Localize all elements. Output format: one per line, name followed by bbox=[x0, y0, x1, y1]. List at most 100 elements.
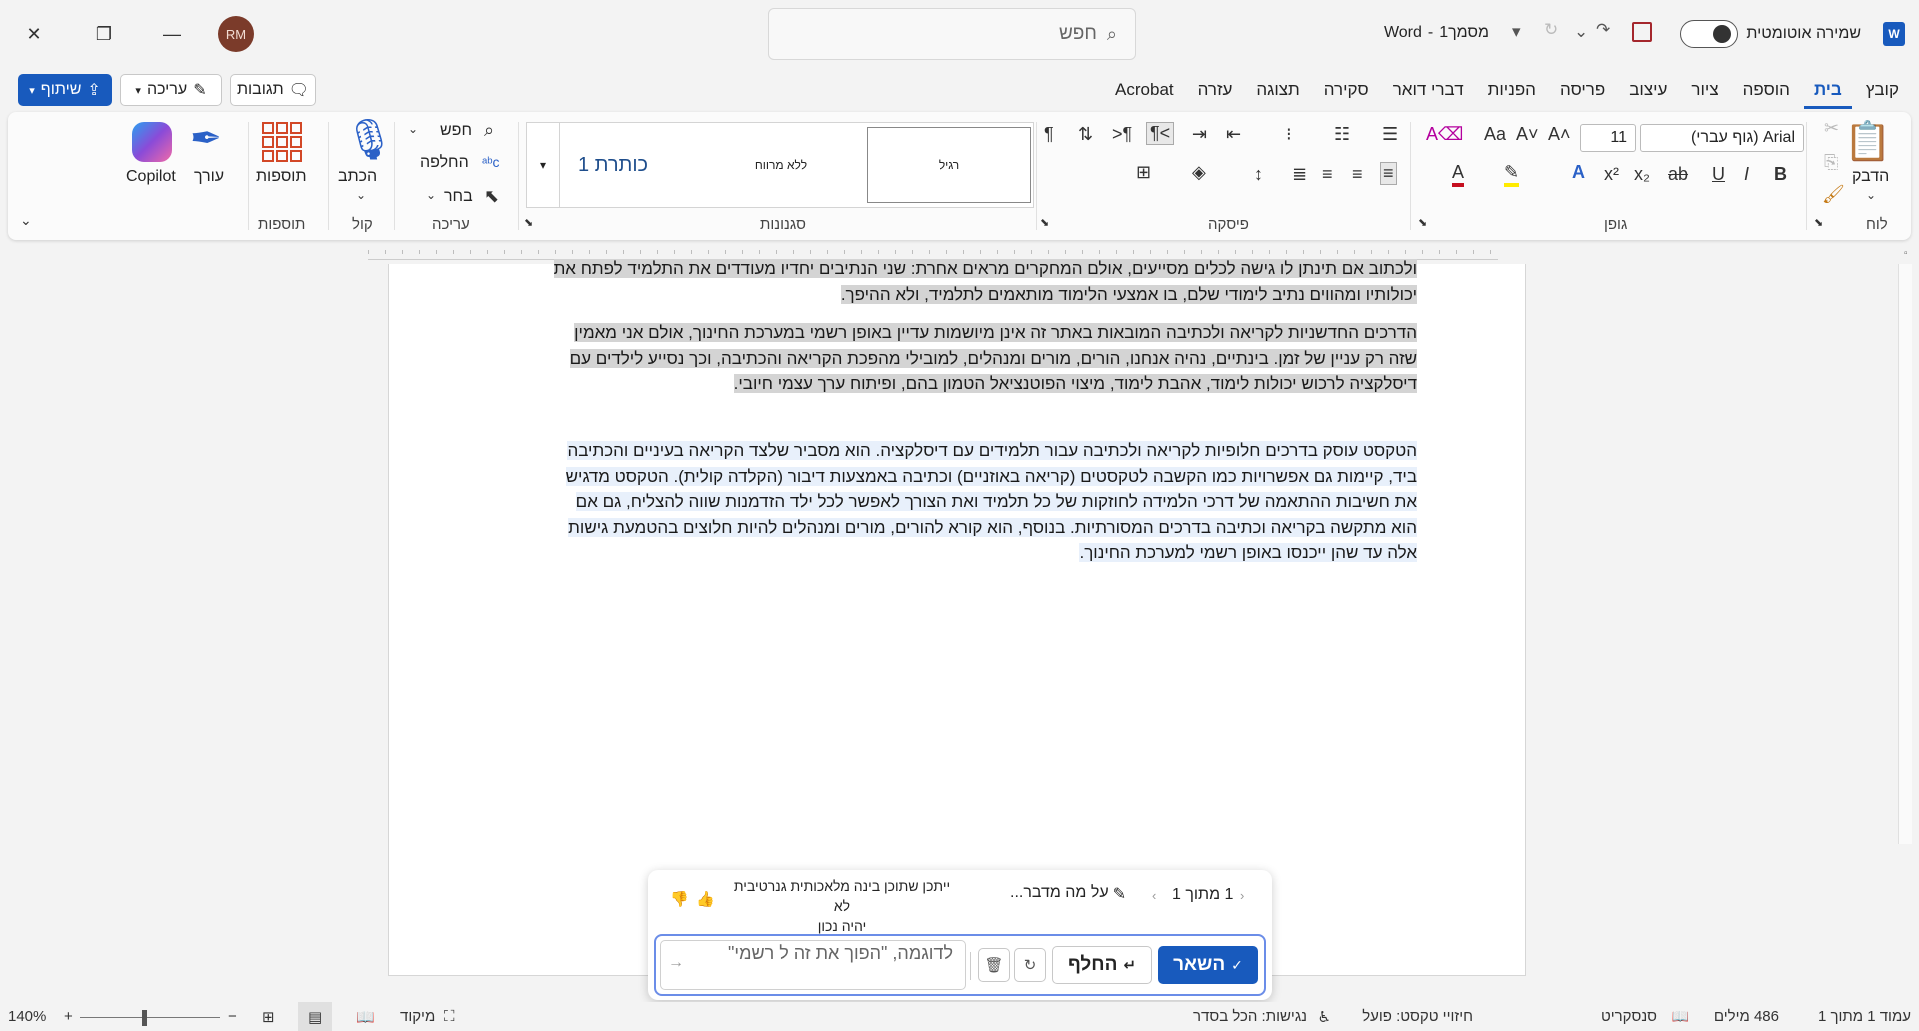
text-effects-icon[interactable]: A bbox=[1572, 162, 1585, 183]
tab-help[interactable]: עזרה bbox=[1188, 78, 1243, 109]
zoom-level[interactable]: 140% bbox=[8, 1008, 46, 1025]
underline-icon[interactable]: U bbox=[1712, 164, 1725, 185]
grow-font-icon[interactable]: A˄ bbox=[1548, 124, 1571, 145]
copilot-icon[interactable] bbox=[132, 122, 172, 162]
chevron-down-icon[interactable]: ⌄ bbox=[426, 188, 436, 202]
subscript-icon[interactable]: x₂ bbox=[1634, 164, 1650, 185]
addins-icon[interactable] bbox=[262, 122, 302, 162]
paragraph-2[interactable]: הדרכים החדשניות לקריאה ולכתיבה המובאות ב… bbox=[547, 320, 1417, 397]
show-marks-icon[interactable]: ¶ bbox=[1044, 124, 1054, 145]
tab-acrobat[interactable]: Acrobat bbox=[1105, 78, 1184, 109]
page-count[interactable]: עמוד 1 מתוך 1 bbox=[1818, 1008, 1911, 1025]
autosave-toggle[interactable] bbox=[1680, 20, 1739, 48]
copy-icon[interactable]: ⎘ bbox=[1824, 152, 1838, 173]
clear-formatting-icon[interactable]: A⌫ bbox=[1426, 124, 1463, 145]
replace-icon[interactable]: ᵃᵇc bbox=[482, 154, 500, 170]
close-icon[interactable]: ✕ bbox=[12, 14, 56, 54]
avatar[interactable]: RM bbox=[218, 16, 254, 52]
font-color-icon[interactable]: A bbox=[1452, 162, 1465, 187]
styles-expand-icon[interactable]: ▾ bbox=[526, 122, 560, 208]
web-layout-icon[interactable]: ⊞ bbox=[262, 1008, 275, 1026]
font-name-select[interactable]: Arial (גוף עברי) bbox=[1640, 124, 1804, 152]
zoom-in-icon[interactable]: + bbox=[64, 1008, 73, 1025]
chevron-right-icon[interactable]: › bbox=[1152, 888, 1156, 903]
select-icon[interactable]: ⬉ bbox=[484, 186, 499, 207]
minimize-icon[interactable]: — bbox=[150, 14, 194, 54]
dialog-launcher-icon[interactable]: ⬊ bbox=[1040, 216, 1049, 229]
line-spacing-icon[interactable]: ↕ bbox=[1254, 164, 1263, 185]
thumbs-up-icon[interactable]: 👍 bbox=[696, 890, 715, 908]
language[interactable]: סנסקריט bbox=[1601, 1008, 1657, 1025]
italic-icon[interactable]: I bbox=[1744, 164, 1749, 185]
copilot-label[interactable]: Copilot bbox=[126, 168, 176, 186]
text-predictions[interactable]: חיזויי טקסט: פועל bbox=[1362, 1008, 1473, 1025]
paragraph-3[interactable]: הטקסט עוסק בדרכים חלופיות לקריאה ולכתיבה… bbox=[547, 438, 1417, 566]
replace-button[interactable]: ↵ החלף bbox=[1052, 946, 1152, 984]
copilot-prompt-input[interactable]: לדוגמה, "הפוך את זה ל רשמי" bbox=[660, 940, 966, 990]
chevron-left-icon[interactable]: ‹ bbox=[1240, 888, 1244, 903]
borders-icon[interactable]: ⊞ bbox=[1136, 162, 1151, 183]
autosave-control[interactable]: שמירה אוטומטית bbox=[1680, 20, 1861, 48]
align-right-icon[interactable]: ≡ bbox=[1380, 162, 1397, 185]
thumbs-down-icon[interactable]: 👎 bbox=[670, 890, 689, 908]
chevron-down-icon[interactable]: ⌄ bbox=[408, 122, 418, 136]
zoom-slider[interactable] bbox=[80, 1017, 220, 1018]
paste-label[interactable]: הדבק bbox=[1852, 168, 1889, 186]
style-normal[interactable]: רגיל bbox=[867, 127, 1031, 203]
paste-icon[interactable]: 📋 bbox=[1844, 120, 1891, 164]
change-case-icon[interactable]: Aa bbox=[1484, 124, 1506, 145]
rtl-direction-icon[interactable]: ¶< bbox=[1146, 122, 1175, 145]
select-label[interactable]: בחר bbox=[444, 188, 473, 206]
cut-icon[interactable]: ✂ bbox=[1824, 118, 1839, 139]
highlight-icon[interactable]: ✎ bbox=[1504, 162, 1520, 187]
microphone-icon[interactable]: 🎙 bbox=[344, 116, 395, 163]
numbering-icon[interactable]: ☷ bbox=[1334, 124, 1350, 145]
strikethrough-icon[interactable]: ab bbox=[1668, 164, 1688, 185]
find-icon[interactable]: ⌕ bbox=[484, 120, 494, 141]
zoom-out-icon[interactable]: − bbox=[228, 1008, 237, 1025]
replace-label[interactable]: החלפה bbox=[420, 154, 469, 172]
dialog-launcher-icon[interactable]: ⬊ bbox=[1418, 216, 1427, 229]
share-button[interactable]: ⇪ שיתוף ▾ bbox=[18, 74, 112, 106]
tab-insert[interactable]: הוספה bbox=[1733, 78, 1800, 109]
bullets-icon[interactable]: ☰ bbox=[1382, 124, 1398, 145]
chevron-down-icon[interactable]: ⌄ bbox=[1866, 188, 1876, 202]
zoom-slider-thumb[interactable] bbox=[142, 1010, 147, 1026]
save-icon[interactable] bbox=[1632, 22, 1652, 42]
editor-icon[interactable]: ✒ bbox=[190, 116, 222, 161]
find-label[interactable]: חפש bbox=[440, 122, 472, 140]
justify-icon[interactable]: ≣ bbox=[1292, 164, 1307, 185]
keep-button[interactable]: ✓ השאר bbox=[1158, 946, 1258, 984]
bold-icon[interactable]: B bbox=[1774, 164, 1787, 185]
refresh-icon[interactable]: ↻ bbox=[1544, 20, 1558, 40]
chevron-down-icon[interactable]: ⌄ bbox=[1574, 22, 1588, 42]
dialog-launcher-icon[interactable]: ⬊ bbox=[524, 216, 533, 229]
editing-mode-button[interactable]: ✎ עריכה ▾ bbox=[120, 74, 222, 106]
font-size-select[interactable]: 11 bbox=[1580, 124, 1636, 152]
send-arrow-icon[interactable]: → bbox=[668, 954, 684, 972]
tab-home[interactable]: בית bbox=[1803, 78, 1852, 109]
redo-icon[interactable]: ↷ bbox=[1596, 20, 1610, 40]
restore-icon[interactable]: ❐ bbox=[82, 14, 126, 54]
accessibility-status[interactable]: נגישות: הכל בסדר bbox=[1193, 1008, 1307, 1025]
style-no-spacing[interactable]: ללא מרווח bbox=[699, 127, 863, 203]
accessibility-icon[interactable]: ♿ bbox=[1318, 1008, 1331, 1026]
tab-view[interactable]: תצוגה bbox=[1246, 78, 1309, 109]
copilot-topic[interactable]: ✎ על מה מדבר... bbox=[1010, 884, 1126, 904]
collapse-ribbon-icon[interactable]: ⌄ bbox=[20, 212, 32, 229]
tab-mailings[interactable]: דברי דואר bbox=[1383, 78, 1474, 109]
delete-icon[interactable]: 🗑 bbox=[978, 948, 1010, 982]
shading-icon[interactable]: ◈ bbox=[1192, 162, 1206, 183]
align-left-icon[interactable]: ≡ bbox=[1322, 164, 1333, 185]
read-mode-icon[interactable]: 📖 bbox=[356, 1008, 375, 1026]
regenerate-icon[interactable]: ↻ bbox=[1014, 948, 1046, 982]
ruler-toggle-icon[interactable]: ▫ bbox=[1904, 248, 1908, 259]
word-count[interactable]: 486 מילים bbox=[1714, 1008, 1779, 1025]
ltr-direction-icon[interactable]: >¶ bbox=[1112, 124, 1132, 145]
multilevel-list-icon[interactable]: ⁝ bbox=[1286, 124, 1292, 145]
superscript-icon[interactable]: x² bbox=[1604, 164, 1619, 185]
tab-layout[interactable]: פריסה bbox=[1550, 78, 1615, 109]
tab-draw[interactable]: ציור bbox=[1681, 78, 1728, 109]
tab-review[interactable]: סקירה bbox=[1314, 78, 1379, 109]
vertical-scrollbar[interactable] bbox=[1898, 264, 1912, 844]
